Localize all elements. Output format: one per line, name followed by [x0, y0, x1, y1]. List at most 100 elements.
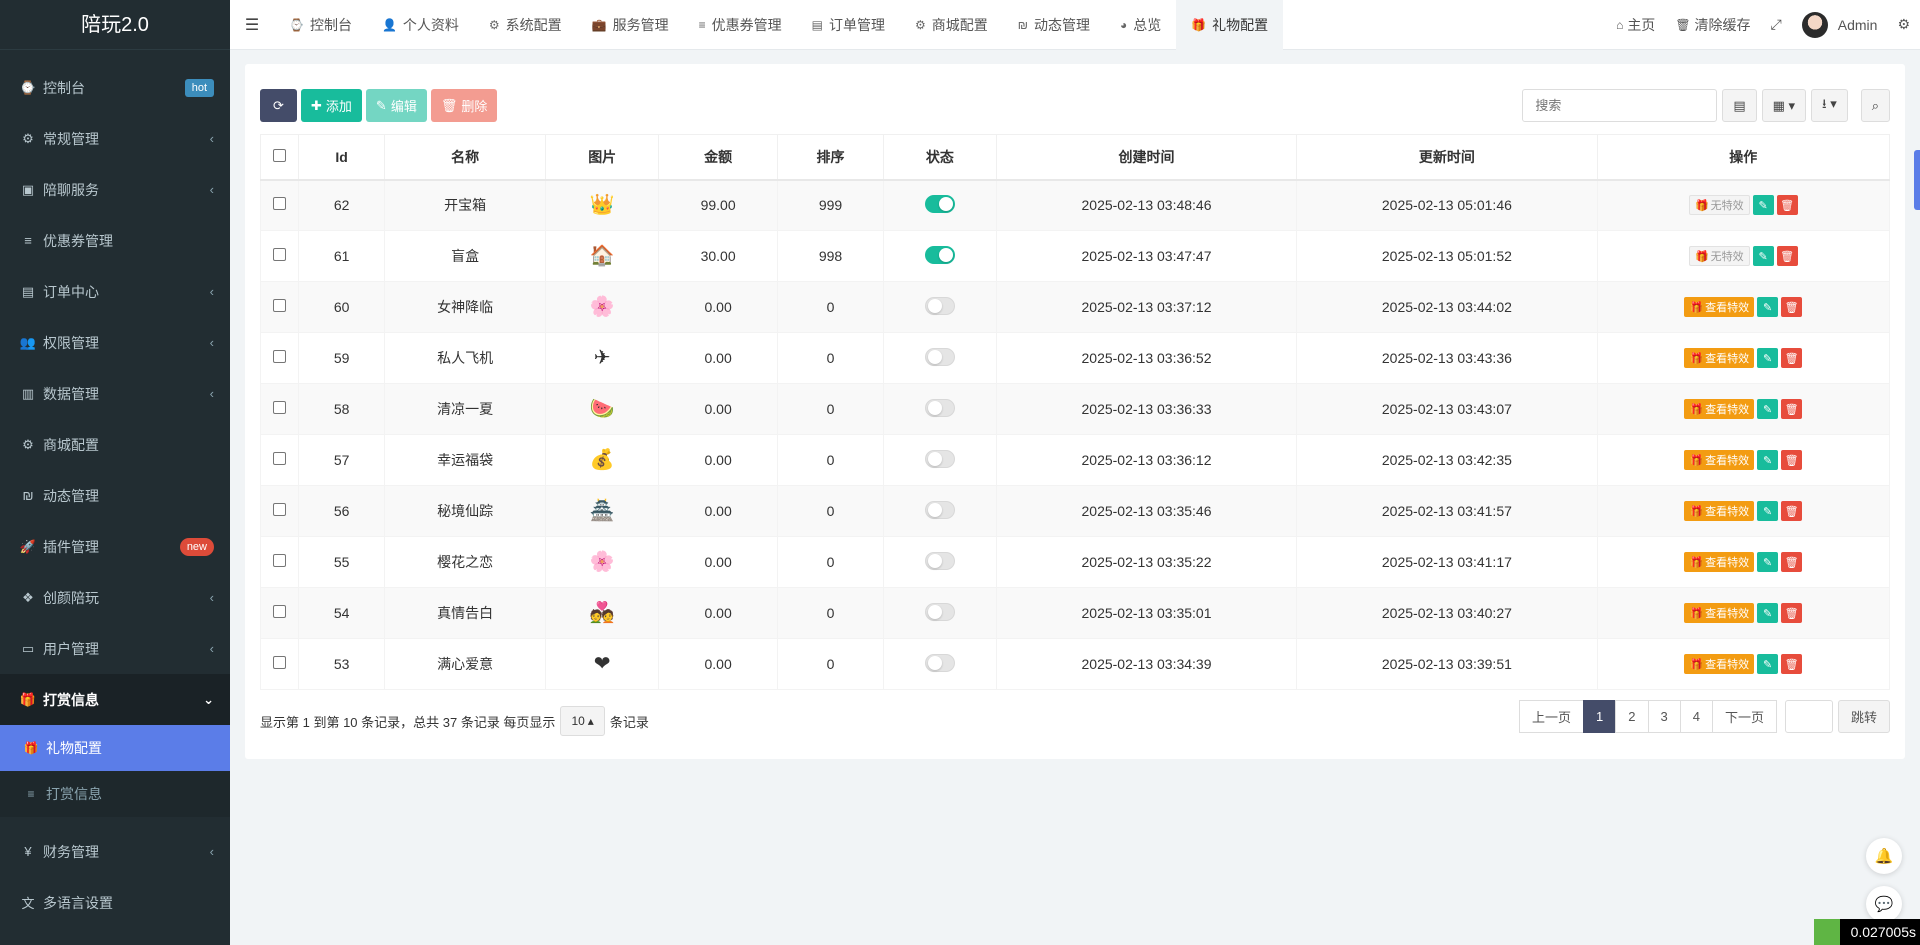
row-edit-button[interactable]: ✎ [1757, 297, 1779, 317]
nav-tab-4[interactable]: ≡ 优惠券管理 [684, 0, 797, 50]
table-row[interactable]: 55 樱花之恋 🌸 0.00 0 2025-02-13 03:35:22 2025-02-1… [259, 536, 1891, 588]
column-header-6[interactable]: 创建时间 [995, 134, 1298, 181]
table-row[interactable]: 58 清凉一夏 🍉 0.00 0 2025-02-13 03:36:33 2025-02-1… [259, 383, 1891, 435]
page-button-4[interactable]: 4 [1679, 700, 1713, 733]
clear-cache-link[interactable]: 🗑 清除缓存 [1665, 15, 1760, 35]
sidebar-item-10[interactable]: ❖ 创颜陪玩 ‹ [0, 572, 230, 623]
column-header-1[interactable]: 名称 [383, 134, 547, 181]
table-row[interactable]: 61 盲盒 🏠 30.00 998 2025-02-13 03:47:47 2025-02-… [259, 230, 1891, 282]
table-row[interactable]: 56 秘境仙踪 🏯 0.00 0 2025-02-13 03:35:46 2025-02-1… [259, 485, 1891, 537]
row-checkbox[interactable] [273, 401, 287, 414]
sidebar-subitem-0[interactable]: 🎁 礼物配置 [0, 725, 230, 771]
gift-image[interactable]: 🏯 [589, 498, 615, 524]
sidebar-subitem-1[interactable]: ≡ 打赏信息 [0, 771, 230, 817]
no-effect-button[interactable]: 🎁 无特效 [1688, 195, 1750, 216]
sidebar-item-11[interactable]: ▭ 用户管理 ‹ [0, 623, 230, 674]
sidebar-item-9[interactable]: 🚀 插件管理 new [0, 521, 230, 572]
view-effect-button[interactable]: 🎁 查看特效 [1684, 552, 1755, 572]
scrollbar-thumb[interactable] [1914, 150, 1920, 210]
sidebar-item-open-group[interactable]: 🎁 打赏信息 ⌄ [0, 674, 230, 725]
table-row[interactable]: 59 私人飞机 ✈ 0.00 0 2025-02-13 03:36:52 2025-02-1… [259, 332, 1891, 384]
row-delete-button[interactable]: 🗑 [1781, 297, 1803, 317]
page-button-3[interactable]: 3 [1647, 700, 1681, 733]
nav-tab-1[interactable]: 👤 个人资料 [367, 0, 474, 50]
page-jump-input[interactable] [1784, 700, 1833, 733]
status-toggle[interactable] [924, 398, 955, 417]
select-all-header[interactable] [259, 134, 300, 181]
row-checkbox[interactable] [273, 197, 287, 211]
export-button[interactable]: ⭳ ▾ [1811, 89, 1848, 122]
view-effect-button[interactable]: 🎁 查看特效 [1684, 654, 1755, 674]
sidebar-item-bottom-0[interactable]: ¥ 财务管理 ‹ [0, 826, 230, 877]
gift-image[interactable]: 💰 [589, 447, 615, 473]
sidebar-item-7[interactable]: ⚙ 商城配置 [0, 419, 230, 470]
view-effect-button[interactable]: 🎁 查看特效 [1684, 450, 1755, 470]
settings-button[interactable]: ⚙ [1887, 16, 1920, 33]
row-checkbox[interactable] [273, 299, 287, 312]
row-select-cell[interactable] [259, 230, 300, 282]
row-delete-button[interactable]: 🗑 [1781, 501, 1803, 521]
row-delete-button[interactable]: 🗑 [1781, 399, 1803, 419]
status-toggle[interactable] [924, 500, 955, 519]
row-delete-button[interactable]: 🗑 [1781, 654, 1803, 674]
row-checkbox[interactable] [273, 503, 287, 516]
status-toggle[interactable] [924, 296, 955, 315]
edit-button[interactable]: ✎ 编辑 [365, 89, 427, 122]
status-toggle[interactable] [924, 347, 955, 366]
row-edit-button[interactable]: ✎ [1757, 603, 1779, 623]
row-delete-button[interactable]: 🗑 [1776, 246, 1798, 266]
advanced-search-button[interactable]: ⌕ [1860, 89, 1890, 122]
nav-tab-9[interactable]: 🎁 礼物配置 [1176, 0, 1284, 50]
row-select-cell[interactable] [259, 638, 300, 690]
fullscreen-button[interactable]: ⤢ [1761, 16, 1792, 33]
view-effect-button[interactable]: 🎁 查看特效 [1684, 348, 1755, 368]
columns-button[interactable]: ▦ ▾ [1761, 89, 1807, 122]
notification-button[interactable]: 🔔 [1866, 838, 1902, 874]
sidebar-item-bottom-1[interactable]: 文多语言设置 [0, 877, 230, 928]
row-checkbox[interactable] [273, 605, 287, 618]
status-toggle[interactable] [924, 602, 955, 621]
table-row[interactable]: 54 真情告白 💑 0.00 0 2025-02-13 03:35:01 2025-02-1… [259, 587, 1891, 639]
row-edit-button[interactable]: ✎ [1757, 348, 1779, 368]
row-select-cell[interactable] [259, 332, 300, 384]
sidebar-item-0[interactable]: ⌚ 控制台 hot [0, 62, 230, 113]
column-header-7[interactable]: 更新时间 [1296, 134, 1598, 181]
page-jump-button[interactable]: 跳转 [1837, 700, 1890, 733]
menu-toggle-icon[interactable]: ☰ [230, 15, 274, 35]
row-select-cell[interactable] [259, 536, 300, 588]
row-select-cell[interactable] [259, 485, 300, 537]
sidebar-item-1[interactable]: ⚙ 常规管理 ‹ [0, 113, 230, 164]
search-input[interactable] [1522, 89, 1718, 122]
sidebar-item-4[interactable]: ▤ 订单中心 ‹ [0, 266, 230, 317]
row-delete-button[interactable]: 🗑 [1781, 450, 1803, 470]
gift-image[interactable]: 🍉 [589, 396, 615, 422]
row-select-cell[interactable] [259, 434, 300, 486]
column-header-4[interactable]: 排序 [777, 134, 884, 181]
status-toggle[interactable] [924, 653, 955, 672]
table-row[interactable]: 53 满心爱意 ❤ 0.00 0 2025-02-13 03:34:39 2025-02-1… [259, 638, 1891, 690]
home-link[interactable]: ⌂ 主页 [1606, 15, 1665, 35]
row-edit-button[interactable]: ✎ [1757, 399, 1779, 419]
view-effect-button[interactable]: 🎁 查看特效 [1684, 297, 1755, 317]
nav-tab-2[interactable]: ⚙ 系统配置 [474, 0, 577, 50]
row-checkbox[interactable] [273, 350, 287, 363]
row-edit-button[interactable]: ✎ [1757, 654, 1779, 674]
row-edit-button[interactable]: ✎ [1757, 450, 1779, 470]
column-header-5[interactable]: 状态 [882, 134, 997, 181]
gift-image[interactable]: 🏠 [589, 243, 615, 269]
nav-tab-3[interactable]: 💼 服务管理 [577, 0, 684, 50]
sidebar-item-6[interactable]: ▥ 数据管理 ‹ [0, 368, 230, 419]
row-select-cell[interactable] [259, 383, 300, 435]
column-header-0[interactable]: Id [298, 134, 385, 181]
add-button[interactable]: ✚ 添加 [301, 89, 362, 122]
gift-image[interactable]: 👑 [589, 192, 615, 218]
sidebar-item-2[interactable]: ▣ 陪聊服务 ‹ [0, 164, 230, 215]
status-toggle[interactable] [924, 245, 955, 264]
table-row[interactable]: 57 幸运福袋 💰 0.00 0 2025-02-13 03:36:12 2025-02-1… [259, 434, 1891, 486]
page-size-select[interactable]: 10 ▴ [560, 706, 605, 736]
nav-tab-6[interactable]: ⚙ 商城配置 [900, 0, 1003, 50]
nav-tab-5[interactable]: ▤ 订单管理 [797, 0, 900, 50]
page-button-1[interactable]: 1 [1583, 700, 1617, 733]
row-edit-button[interactable]: ✎ [1757, 552, 1779, 572]
toggle-view-button[interactable]: ▤ [1722, 89, 1757, 122]
